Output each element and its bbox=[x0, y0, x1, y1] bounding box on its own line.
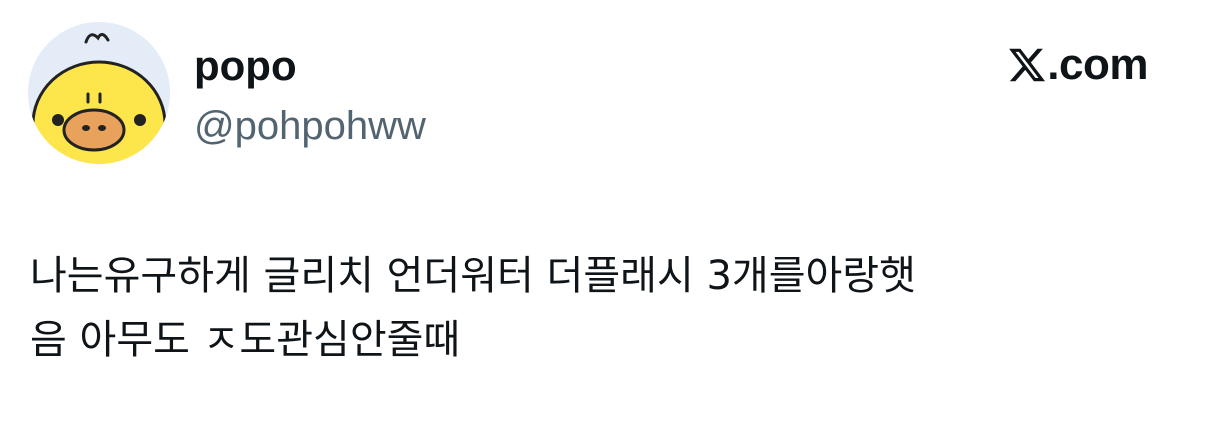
chick-avatar-icon bbox=[28, 22, 170, 164]
brand-mark: .com bbox=[1007, 40, 1148, 90]
avatar[interactable] bbox=[28, 22, 170, 164]
brand-domain-text: .com bbox=[1047, 40, 1148, 89]
tweet-text-line: 음 아무도 ㅈ도관심안줄때 bbox=[30, 317, 461, 363]
tweet-text-line: 나는유구하게 글리치 언더워터 더플래시 3개를아랑햇 bbox=[30, 253, 916, 299]
tweet-text: 나는유구하게 글리치 언더워터 더플래시 3개를아랑햇 음 아무도 ㅈ도관심안줄… bbox=[30, 244, 1170, 372]
user-handle[interactable]: @pohpohww bbox=[194, 103, 426, 149]
display-name[interactable]: popo bbox=[194, 42, 297, 90]
x-logo-icon bbox=[1009, 48, 1046, 82]
